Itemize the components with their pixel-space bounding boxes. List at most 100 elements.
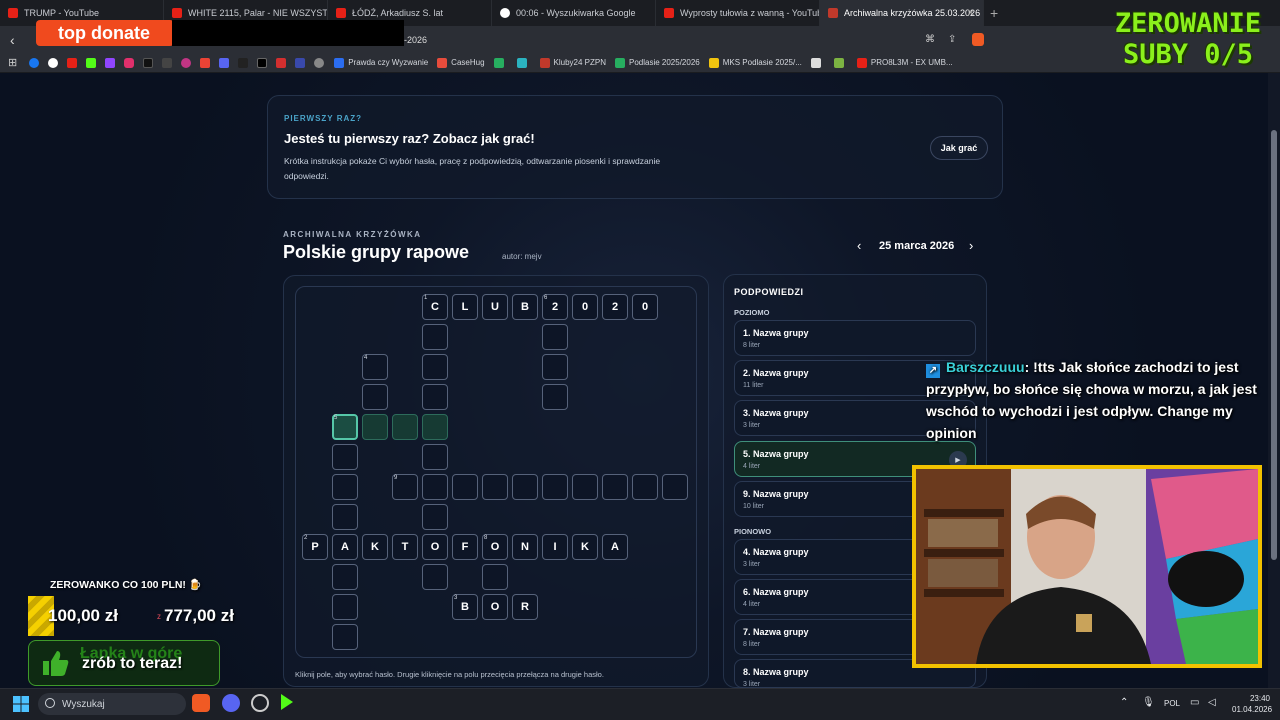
crossword-cell[interactable] [332,504,358,530]
bookmark-icon[interactable] [238,57,249,68]
crossword-cell[interactable] [392,414,418,440]
crossword-cell[interactable]: T [392,534,418,560]
crossword-cell[interactable] [542,384,568,410]
crossword-cell[interactable]: A [332,534,358,560]
facebook-icon[interactable] [29,57,40,68]
tiktok-icon[interactable] [143,57,154,68]
gmail-icon[interactable] [200,57,211,68]
crossword-cell[interactable] [332,564,358,590]
crossword-cell[interactable] [482,474,508,500]
browser-tab-active[interactable]: Archiwalna krzyżówka 25.03.2026 ✕ [820,0,984,26]
apps-grid-icon[interactable]: ⊞ [8,56,17,69]
bookmark-icon[interactable] [276,57,287,68]
crossword-cell[interactable] [332,594,358,620]
clock[interactable]: 23:40 01.04.2026 [1232,693,1272,715]
taskbar-search[interactable]: Wyszukaj [38,693,186,715]
crossword-cell[interactable]: 0 [632,294,658,320]
microphone-icon[interactable]: 🎙 [1142,697,1155,708]
google-icon[interactable] [48,57,59,68]
bookmark-item[interactable]: Podlasie 2025/2026 [615,57,700,68]
app-icon[interactable] [281,694,293,710]
twitch-icon[interactable] [105,57,116,68]
volume-icon[interactable]: ◁ [1208,697,1216,708]
crossword-cell[interactable] [332,444,358,470]
browser-tab[interactable]: Wyprosty tułowia z wanną - YouTube [656,0,820,26]
crossword-cell[interactable] [422,444,448,470]
crossword-cell[interactable] [422,324,448,350]
prev-date-icon[interactable]: ‹ [857,238,861,253]
crossword-cell[interactable]: L [452,294,478,320]
crossword-cell[interactable]: 0 [572,294,598,320]
crossword-cell[interactable] [422,414,448,440]
crossword-cell[interactable] [362,414,388,440]
crossword-cell[interactable] [602,474,628,500]
discord-icon[interactable] [219,57,230,68]
crossword-cell[interactable]: O [422,534,448,560]
brave-icon[interactable] [192,694,210,712]
language-indicator[interactable]: POL [1164,699,1180,708]
crossword-cell[interactable] [512,474,538,500]
share-icon[interactable]: ⇪ [948,34,956,45]
crossword-cell[interactable]: B [512,294,538,320]
back-icon[interactable]: ‹ [10,32,15,48]
crossword-cell[interactable]: O [482,594,508,620]
crossword-cell[interactable] [332,624,358,650]
bookmark-item[interactable]: CaseHug [437,57,485,68]
bookmark-item[interactable]: PRO8L3M - EX UMB... [856,57,953,68]
crossword-cell[interactable] [542,354,568,380]
crossword-cell[interactable] [662,474,688,500]
bookmark-icon[interactable] [181,57,192,68]
bookmark-item[interactable] [810,57,825,68]
crossword-cell[interactable] [572,474,598,500]
crossword-cell[interactable] [632,474,658,500]
translate-icon[interactable]: ⌘ [925,34,935,45]
crossword-cell[interactable] [422,564,448,590]
crossword-cell[interactable] [332,474,358,500]
crossword-cell[interactable] [482,564,508,590]
bookmark-icon[interactable] [314,57,325,68]
close-tab-icon[interactable]: ✕ [967,8,975,19]
bookmark-icon[interactable] [295,57,306,68]
crossword-cell[interactable] [422,354,448,380]
crossword-cell[interactable] [422,384,448,410]
youtube-icon[interactable] [67,57,78,68]
crossword-cell[interactable]: 2 [602,294,628,320]
browser-tab[interactable]: 00:06 - Wyszukiwarka Google [492,0,656,26]
bookmark-item[interactable] [493,57,508,68]
scrollbar-thumb[interactable] [1271,130,1277,560]
obs-icon[interactable] [251,694,269,712]
crossword-cell[interactable] [362,384,388,410]
bookmark-item[interactable]: MKS Podlasie 2025/... [708,57,802,68]
windows-start-icon[interactable] [13,696,29,712]
bookmark-item[interactable]: Prawda czy Wyzwanie [334,57,428,68]
crossword-cell[interactable]: R [512,594,538,620]
crossword-cell[interactable]: I [542,534,568,560]
how-to-play-button[interactable]: Jak grać [930,136,988,160]
crossword-cell[interactable] [452,474,478,500]
tip-icon[interactable] [162,57,173,68]
url-text[interactable]: -2026 [404,35,427,45]
crossword-cell[interactable]: U [482,294,508,320]
crossword-cell[interactable]: K [572,534,598,560]
crossword-cell[interactable]: K [362,534,388,560]
tray-expand-icon[interactable]: ⌃ [1120,697,1128,708]
bookmark-item[interactable] [516,57,531,68]
crossword-cell[interactable] [542,324,568,350]
x-icon[interactable] [257,57,268,68]
clue-item[interactable]: 1. Nazwa grupy 8 liter [734,320,976,356]
crossword-cell[interactable]: F [452,534,478,560]
crossword-cell[interactable]: A [602,534,628,560]
crossword-cell[interactable]: N [512,534,538,560]
new-tab-icon[interactable]: + [990,5,998,21]
brave-shield-icon[interactable] [972,33,984,46]
bookmark-item[interactable]: Kluby24 PZPN [539,57,606,68]
crossword-cell[interactable] [422,504,448,530]
instagram-icon[interactable] [124,57,135,68]
discord-icon[interactable] [222,694,240,712]
network-icon[interactable]: ▭ [1190,697,1199,708]
bookmark-item[interactable] [833,57,848,68]
crossword-cell[interactable] [422,474,448,500]
next-date-icon[interactable]: › [969,238,973,253]
crossword-cell[interactable] [542,474,568,500]
kick-icon[interactable] [86,57,97,68]
